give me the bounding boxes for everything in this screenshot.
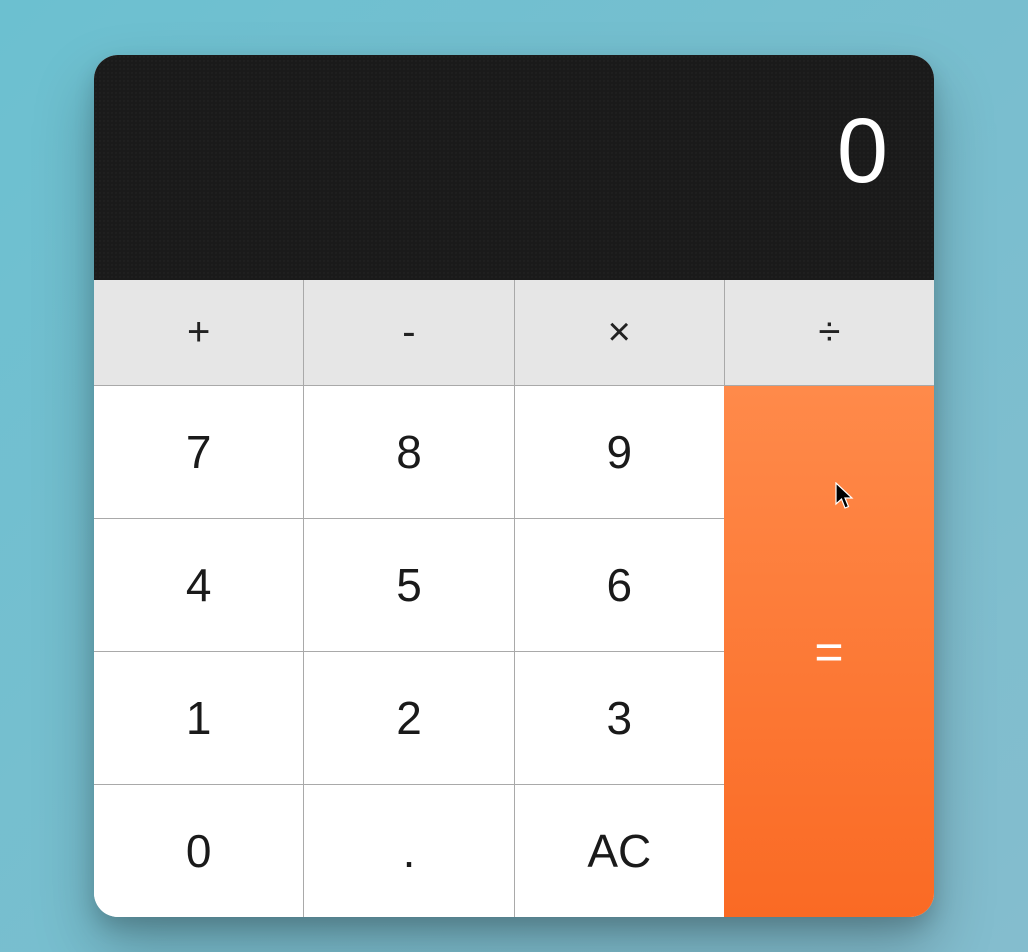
digit-grid: 7 8 9 4 5 6 1 2 3 0 . AC (94, 385, 724, 917)
digit-8-button[interactable]: 8 (304, 385, 514, 518)
digit-5-label: 5 (396, 558, 422, 612)
digit-9-button[interactable]: 9 (515, 385, 724, 518)
digit-8-label: 8 (396, 425, 422, 479)
numeric-area: 7 8 9 4 5 6 1 2 3 0 . AC = (94, 385, 934, 917)
plus-icon: + (187, 310, 210, 355)
digit-9-label: 9 (607, 425, 633, 479)
digit-1-label: 1 (186, 691, 212, 745)
multiply-icon: × (607, 310, 630, 355)
digit-5-button[interactable]: 5 (304, 518, 514, 651)
equals-button[interactable]: = (724, 385, 934, 917)
digit-3-label: 3 (607, 691, 633, 745)
operator-row: + - × ÷ (94, 280, 934, 385)
display-value: 0 (837, 105, 888, 197)
digit-3-button[interactable]: 3 (515, 651, 724, 784)
digit-7-label: 7 (186, 425, 212, 479)
add-button[interactable]: + (94, 280, 304, 385)
clear-button[interactable]: AC (515, 784, 724, 917)
clear-label: AC (587, 824, 651, 878)
digit-2-button[interactable]: 2 (304, 651, 514, 784)
digit-2-label: 2 (396, 691, 422, 745)
decimal-button[interactable]: . (304, 784, 514, 917)
digit-4-label: 4 (186, 558, 212, 612)
digit-1-button[interactable]: 1 (94, 651, 304, 784)
divide-button[interactable]: ÷ (725, 280, 934, 385)
calculator: 0 + - × ÷ 7 8 9 4 5 6 1 2 3 0 (94, 55, 934, 917)
digit-6-label: 6 (607, 558, 633, 612)
digit-4-button[interactable]: 4 (94, 518, 304, 651)
divide-icon: ÷ (818, 310, 840, 355)
digit-0-button[interactable]: 0 (94, 784, 304, 917)
equals-icon: = (814, 623, 843, 681)
digit-0-label: 0 (186, 824, 212, 878)
subtract-button[interactable]: - (304, 280, 514, 385)
decimal-label: . (403, 824, 416, 878)
digit-7-button[interactable]: 7 (94, 385, 304, 518)
minus-icon: - (402, 310, 415, 355)
display: 0 (94, 55, 934, 280)
multiply-button[interactable]: × (515, 280, 725, 385)
digit-6-button[interactable]: 6 (515, 518, 724, 651)
